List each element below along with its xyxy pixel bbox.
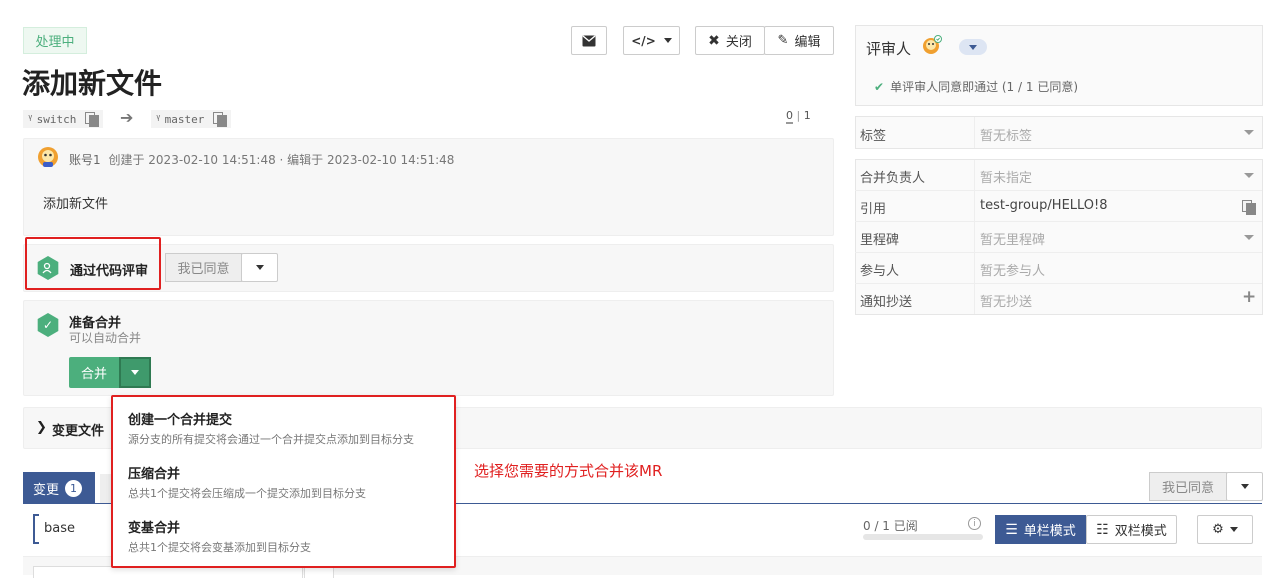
target-branch-name: master (164, 112, 205, 126)
merge-option-desc: 总共1个提交将会变基添加到目标分支 (128, 541, 311, 554)
source-branch-tag[interactable]: ᵞ switch (23, 110, 104, 128)
sidebar-value-reference: test-group/HELLO!8 (980, 198, 1108, 213)
sidebar-value-tags[interactable]: 暂无标签 (980, 125, 1032, 144)
merge-option-title: 压缩合并 (128, 467, 181, 482)
list-icon: ☰ (1005, 521, 1018, 538)
author-name[interactable]: 账号1 (69, 153, 101, 167)
reviewer-avatar[interactable] (922, 35, 942, 55)
plus-icon[interactable]: + (1242, 287, 1256, 307)
sidebar-value-milestone[interactable]: 暂无里程碑 (980, 229, 1045, 248)
chevron-down-icon (1229, 527, 1238, 532)
columns-icon: ☷ (1096, 521, 1109, 538)
check-icon: ✔ (874, 79, 885, 94)
commit-counter: 0 | 1 (786, 109, 811, 124)
author-line: 账号1 创建于 2023-02-10 14:51:48 · 编辑于 2023-0… (69, 151, 454, 168)
review-dropdown-button[interactable] (241, 253, 278, 282)
sidebar-label-assignee: 合并负责人 (860, 171, 926, 186)
chevron-down-icon[interactable] (1244, 173, 1254, 178)
read-progress-text: 0 / 1 已阅 (863, 519, 918, 533)
created-text: 创建于 2023-02-10 14:51:48 · 编辑于 2023-02-10… (108, 153, 455, 167)
code-icon: </> (631, 33, 656, 48)
code-dropdown-button[interactable]: </> (623, 26, 680, 55)
labels-panel (855, 116, 1263, 149)
tab-changes-label: 变更 (33, 482, 60, 498)
sidebar-label-tags: 标签 (860, 129, 887, 144)
details-divider (974, 160, 975, 314)
sidebar-value-assignee[interactable]: 暂未指定 (980, 167, 1032, 186)
read-progress-bar (863, 534, 983, 540)
reviewer-dropdown[interactable] (959, 39, 987, 55)
sidebar-label-reference: 引用 (860, 202, 887, 217)
description-text: 添加新文件 (43, 197, 109, 212)
tab-changes[interactable]: 变更 1 (23, 472, 95, 504)
double-mode-label: 双栏模式 (1114, 524, 1167, 539)
row-separator (855, 252, 1262, 253)
merge-option-desc: 总共1个提交将会压缩成一个提交添加到目标分支 (128, 487, 366, 500)
chevron-down-icon (1240, 484, 1249, 489)
double-column-mode-button[interactable]: ☷ 双栏模式 (1086, 515, 1177, 544)
edit-icon: ✎ (777, 33, 789, 48)
merge-options-toggle[interactable] (119, 357, 151, 388)
review-label: 通过代码评审 (70, 264, 149, 279)
branch-icon: ᵞ (27, 112, 34, 125)
copy-icon[interactable] (213, 112, 228, 127)
merge-option-title: 创建一个合并提交 (128, 413, 233, 428)
sidebar-label-milestone: 里程碑 (860, 233, 900, 248)
chevron-down-icon (131, 370, 139, 375)
single-mode-label: 单栏模式 (1023, 524, 1076, 539)
sidebar-value-cc: 暂无抄送 (980, 295, 1033, 310)
envelope-icon (582, 35, 596, 46)
merge-option-title: 变基合并 (128, 521, 181, 536)
merge-option-desc: 源分支的所有提交将会通过一个合并提交点添加到目标分支 (128, 433, 414, 446)
avatar (37, 146, 59, 168)
single-column-mode-button[interactable]: ☰ 单栏模式 (995, 515, 1086, 544)
merge-subtitle: 可以自动合并 (69, 331, 142, 345)
source-branch-name: switch (36, 112, 77, 126)
base-selector[interactable]: base (33, 514, 113, 544)
changed-files-label: 变更文件 (52, 424, 105, 439)
copy-icon[interactable] (85, 112, 100, 127)
info-icon[interactable]: i (968, 517, 981, 530)
reviewer-label: 评审人 (866, 40, 912, 58)
counter-right: 1 (803, 109, 811, 122)
sidebar-label-participants: 参与人 (860, 264, 900, 279)
close-label: 关闭 (725, 35, 752, 50)
status-badge: 处理中 (23, 27, 87, 54)
reviewer-status: ✔ 单评审人同意即通过 (1 / 1 已同意) (874, 78, 1078, 95)
base-label: base (44, 521, 75, 536)
chevron-down-icon (969, 44, 977, 50)
gear-icon: ⚙ (1212, 522, 1224, 537)
arrow-right-icon: ➔ (120, 108, 134, 127)
sidebar-value-participants: 暂无参与人 (980, 264, 1046, 279)
row-separator (855, 190, 1262, 191)
counter-left: 0 (786, 109, 793, 124)
copy-icon[interactable] (1242, 200, 1256, 215)
bottom-approve-dropdown[interactable] (1226, 472, 1263, 501)
chevron-down-icon[interactable] (1244, 130, 1254, 135)
page-title: 添加新文件 (22, 67, 163, 100)
tab-count-badge: 1 (65, 479, 83, 497)
chevron-down-icon[interactable] (1244, 235, 1254, 240)
chevron-down-icon (255, 265, 264, 270)
reviewer-status-text: 单评审人同意即通过 (1 / 1 已同意) (890, 80, 1078, 94)
labels-divider (974, 117, 975, 148)
target-branch-tag[interactable]: ᵞ master (151, 110, 232, 128)
row-separator (855, 283, 1262, 284)
annotation-text: 选择您需要的方式合并该MR (474, 462, 663, 480)
edit-label: 编辑 (794, 35, 821, 50)
branch-icon: ᵞ (155, 112, 162, 125)
bottom-approve-button[interactable]: 我已同意 (1149, 472, 1227, 501)
email-button[interactable] (571, 26, 607, 55)
close-icon: ✖ (708, 32, 720, 49)
chevron-right-icon[interactable]: ❯ (36, 420, 47, 435)
review-approve-button[interactable]: 我已同意 (165, 253, 242, 282)
settings-dropdown-button[interactable]: ⚙ (1197, 515, 1253, 544)
row-separator (855, 221, 1262, 222)
sidebar-label-cc: 通知抄送 (860, 295, 913, 310)
chevron-down-icon (663, 38, 672, 43)
merge-button[interactable]: 合并 (69, 357, 119, 388)
close-button[interactable]: ✖ 关闭 (695, 26, 765, 55)
edit-button[interactable]: ✎ 编辑 (764, 26, 834, 55)
